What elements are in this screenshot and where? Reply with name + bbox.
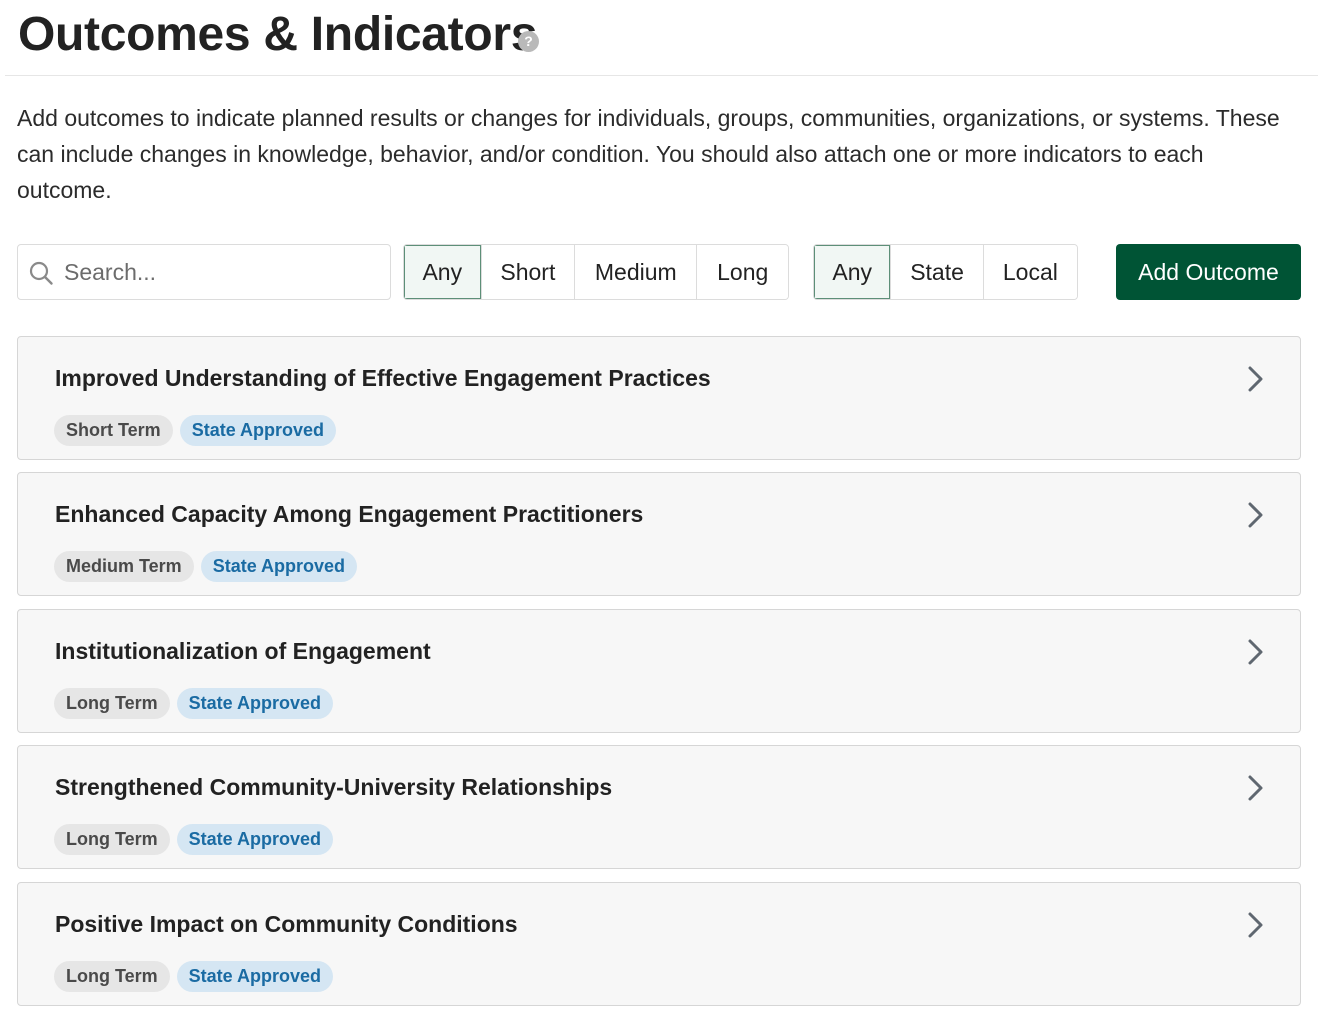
term-badge: Long Term	[54, 961, 170, 992]
status-badge: State Approved	[200, 551, 358, 582]
outcome-card[interactable]: Strengthened Community-University Relati…	[17, 745, 1301, 869]
term-filter-medium[interactable]: Medium	[575, 245, 698, 299]
add-outcome-button[interactable]: Add Outcome	[1116, 244, 1301, 300]
outcome-card[interactable]: Positive Impact on Community Conditions …	[17, 882, 1301, 1006]
source-filter-state[interactable]: State	[891, 245, 984, 299]
help-icon[interactable]: ?	[518, 31, 539, 52]
term-filter-long[interactable]: Long	[697, 245, 788, 299]
page-description: Add outcomes to indicate planned results…	[17, 105, 1280, 203]
search-icon	[29, 261, 53, 285]
outcome-title: Improved Understanding of Effective Enga…	[55, 365, 711, 391]
source-filter-local[interactable]: Local	[983, 245, 1077, 299]
outcome-card[interactable]: Enhanced Capacity Among Engagement Pract…	[17, 472, 1301, 596]
term-badge: Long Term	[54, 688, 170, 719]
term-filter-short[interactable]: Short	[481, 245, 576, 299]
status-badge: State Approved	[176, 824, 334, 855]
outcome-title: Enhanced Capacity Among Engagement Pract…	[55, 501, 644, 527]
chevron-right-icon	[1248, 639, 1263, 665]
chevron-right-icon	[1248, 366, 1263, 392]
status-badge: State Approved	[179, 415, 337, 446]
term-badge: Short Term	[54, 415, 173, 446]
outcome-badges: Short Term State Approved	[54, 415, 337, 446]
outcome-title: Positive Impact on Community Conditions	[55, 911, 518, 937]
outcome-badges: Long Term State Approved	[54, 961, 334, 992]
chevron-right-icon	[1248, 502, 1263, 528]
outcome-card[interactable]: Improved Understanding of Effective Enga…	[17, 336, 1301, 460]
page-header: Outcomes & Indicators ?	[5, 0, 1318, 76]
source-filter-group: Any State Local	[813, 244, 1078, 300]
outcome-card[interactable]: Institutionalization of Engagement Long …	[17, 609, 1301, 733]
search-box	[17, 244, 391, 300]
term-filter-any[interactable]: Any	[404, 245, 482, 299]
outcome-badges: Long Term State Approved	[54, 688, 334, 719]
page-title: Outcomes & Indicators	[18, 8, 538, 61]
term-badge: Long Term	[54, 824, 170, 855]
outcome-title: Institutionalization of Engagement	[55, 638, 431, 664]
outcome-badges: Long Term State Approved	[54, 824, 334, 855]
status-badge: State Approved	[176, 961, 334, 992]
outcome-title: Strengthened Community-University Relati…	[55, 774, 613, 800]
term-filter-group: Any Short Medium Long	[403, 244, 789, 300]
outcome-badges: Medium Term State Approved	[54, 551, 358, 582]
status-badge: State Approved	[176, 688, 334, 719]
chevron-right-icon	[1248, 775, 1263, 801]
source-filter-any[interactable]: Any	[814, 245, 892, 299]
outcomes-page: Outcomes & Indicators ? Add outcomes to …	[0, 0, 1318, 1017]
term-badge: Medium Term	[54, 551, 194, 582]
chevron-right-icon	[1248, 912, 1263, 938]
search-input[interactable]	[64, 253, 382, 291]
